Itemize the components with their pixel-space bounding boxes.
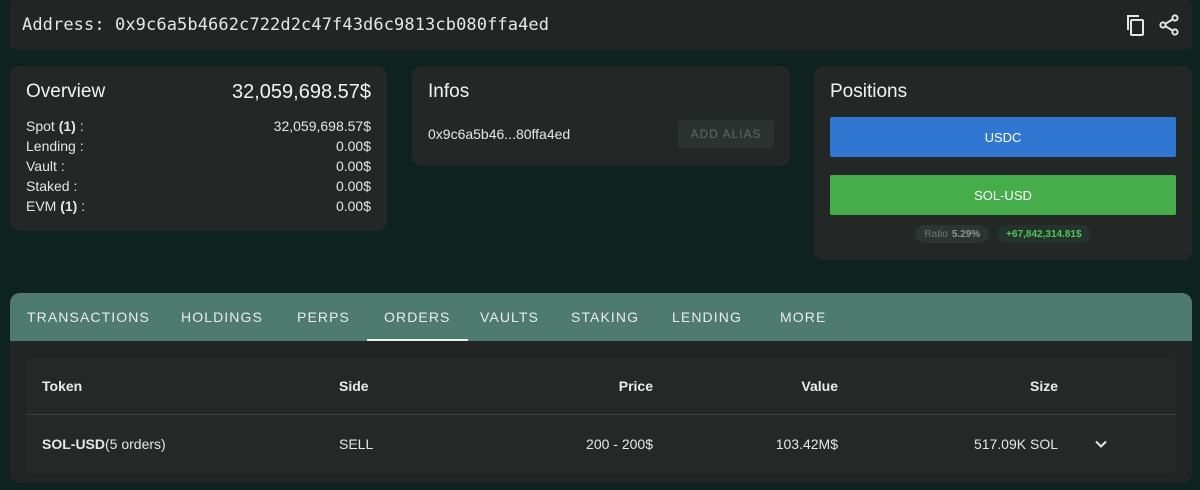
positions-card: Positions USDC SOL-USD Ratio 5.29% +67,84… [814, 66, 1192, 260]
infos-title: Infos [428, 81, 470, 102]
tab-perps[interactable]: PERPS [297, 293, 350, 341]
copy-icon[interactable] [1124, 14, 1146, 36]
row-token: SOL-USD (5 orders) [42, 436, 166, 452]
table-row[interactable]: SOL-USD (5 orders) SELL 200 - 200$ 103.42… [26, 415, 1176, 473]
infos-card: Infos 0x9c6a5b46...80ffa4ed ADD ALIAS [412, 66, 790, 166]
infos-row: 0x9c6a5b46...80ffa4ed ADD ALIAS [428, 120, 774, 148]
overview-row-label: Vault : [26, 158, 65, 174]
address-bar: Address: 0x9c6a5b4662c722d2c47f43d6c9813… [10, 0, 1192, 50]
overview-row-staked: Staked : 0.00$ [26, 176, 371, 196]
tab-more[interactable]: MORE [780, 293, 826, 341]
table-header: Token Side Price Value Size [26, 357, 1176, 415]
overview-total: 32,059,698.57$ [231, 80, 371, 103]
pnl-badge: +67,842,314.81$ [997, 225, 1091, 243]
main-panel: TRANSACTIONS HOLDINGS PERPS ORDERS VAULT… [10, 293, 1192, 483]
orders-table: Token Side Price Value Size SOL-USD (5 or… [26, 357, 1176, 473]
row-size: 517.09K SOL [973, 436, 1058, 452]
short-address: 0x9c6a5b46...80ffa4ed [428, 126, 571, 142]
tab-vaults[interactable]: VAULTS [480, 293, 539, 341]
overview-row-label: EVM (1) : [26, 198, 86, 214]
overview-row-value: 0.00$ [335, 158, 371, 174]
positions-meta: Ratio 5.29% +67,842,314.81$ [830, 225, 1176, 243]
header-token[interactable]: Token [42, 357, 82, 415]
position-bar-usdc[interactable]: USDC [830, 117, 1176, 157]
overview-rows: Spot (1) : 32,059,698.57$ Lending : 0.00… [26, 116, 371, 216]
overview-row-value: 0.00$ [335, 138, 371, 154]
overview-header: Overview 32,059,698.57$ [26, 78, 371, 106]
overview-row-evm: EVM (1) : 0.00$ [26, 196, 371, 216]
tab-staking[interactable]: STAKING [571, 293, 639, 341]
overview-row-label: Staked : [26, 178, 78, 194]
header-size[interactable]: Size [926, 357, 1058, 415]
ratio-badge: Ratio 5.29% [915, 225, 990, 243]
row-price: 200 - 200$ [586, 436, 653, 452]
tab-bar: TRANSACTIONS HOLDINGS PERPS ORDERS VAULT… [10, 293, 1192, 341]
chevron-down-icon[interactable] [1094, 415, 1108, 473]
tab-holdings[interactable]: HOLDINGS [181, 293, 263, 341]
add-alias-button[interactable]: ADD ALIAS [678, 120, 774, 148]
overview-row-label: Spot (1) : [26, 118, 84, 134]
overview-row-value: 0.00$ [335, 198, 371, 214]
share-icon[interactable] [1158, 14, 1180, 36]
positions-title: Positions [830, 81, 908, 102]
overview-row-spot: Spot (1) : 32,059,698.57$ [26, 116, 371, 136]
overview-row-lending: Lending : 0.00$ [26, 136, 371, 156]
header-value[interactable]: Value [726, 357, 838, 415]
position-bar-sol-usd[interactable]: SOL-USD [830, 175, 1176, 215]
overview-row-vault: Vault : 0.00$ [26, 156, 371, 176]
tab-transactions[interactable]: TRANSACTIONS [27, 293, 150, 341]
address-label: Address: 0x9c6a5b4662c722d2c47f43d6c9813… [22, 15, 550, 35]
row-side: SELL [339, 436, 374, 452]
address-actions [1124, 14, 1180, 36]
tab-orders[interactable]: ORDERS [367, 293, 467, 341]
overview-card: Overview 32,059,698.57$ Spot (1) : 32,05… [10, 66, 387, 231]
header-price[interactable]: Price [526, 357, 653, 415]
overview-title: Overview [26, 81, 106, 102]
overview-row-value: 32,059,698.57$ [273, 118, 371, 134]
tab-lending[interactable]: LENDING [672, 293, 742, 341]
header-side[interactable]: Side [339, 357, 369, 415]
overview-row-value: 0.00$ [335, 178, 371, 194]
overview-row-label: Lending : [26, 138, 84, 154]
row-value: 103.42M$ [775, 436, 838, 452]
